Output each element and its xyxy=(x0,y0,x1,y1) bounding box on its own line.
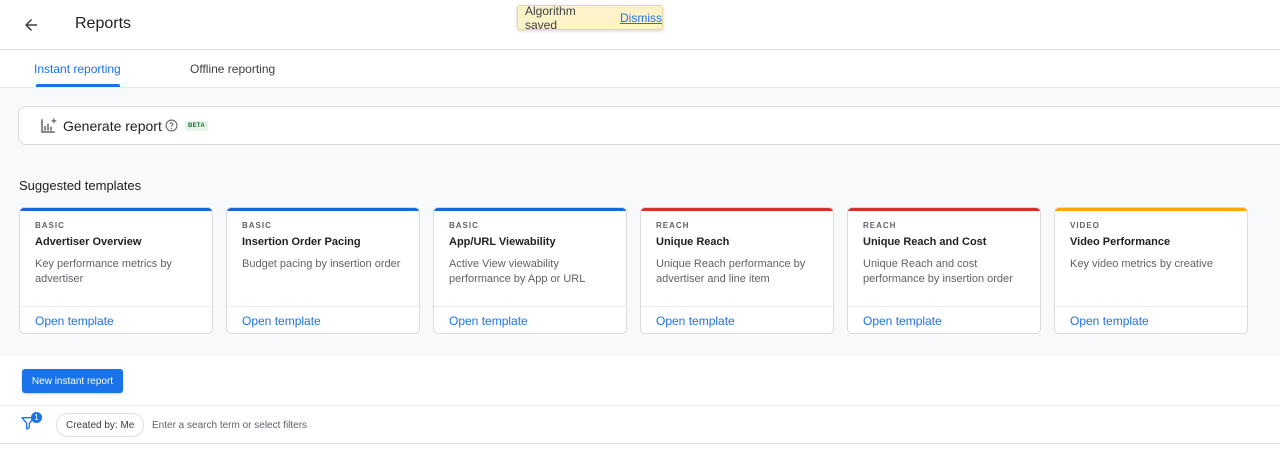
card-accent-bar xyxy=(227,208,419,211)
card-divider xyxy=(227,306,419,307)
card-title: Unique Reach xyxy=(656,236,730,248)
help-icon[interactable] xyxy=(165,119,178,132)
card-accent-bar xyxy=(1055,208,1247,211)
beta-badge: BETA xyxy=(185,121,209,131)
open-template-link[interactable]: Open template xyxy=(863,314,942,328)
card-description: Key performance metrics by advertiser xyxy=(35,258,172,285)
filter-count-badge: 1 xyxy=(31,412,42,423)
card-divider xyxy=(434,306,626,307)
card-description: Unique Reach performance by advertiser a… xyxy=(656,258,806,285)
card-accent-bar xyxy=(641,208,833,211)
suggested-templates-heading: Suggested templates xyxy=(19,178,142,193)
card-description: Budget pacing by insertion order xyxy=(242,258,401,270)
template-card: BASIC App/URL Viewability Active View vi… xyxy=(433,207,627,334)
open-template-link[interactable]: Open template xyxy=(656,314,735,328)
open-template-link[interactable]: Open template xyxy=(449,314,528,328)
tab-offline-reporting[interactable]: Offline reporting xyxy=(190,62,275,76)
report-tabs: Instant reporting Offline reporting xyxy=(0,50,1280,88)
template-card: VIDEO Video Performance Key video metric… xyxy=(1054,207,1248,334)
dismiss-link[interactable]: Dismiss xyxy=(620,11,662,25)
open-template-link[interactable]: Open template xyxy=(35,314,114,328)
card-description: Active View viewability performance by A… xyxy=(449,258,586,285)
active-tab-indicator xyxy=(36,84,120,87)
new-instant-report-button[interactable]: New instant report xyxy=(22,369,123,393)
report-add-icon xyxy=(41,118,57,133)
generate-report-title: Generate report xyxy=(63,118,162,134)
toast-message: Algorithm saved xyxy=(525,3,576,32)
card-category: REACH xyxy=(863,221,897,230)
card-description: Unique Reach and cost performance by ins… xyxy=(863,258,1013,285)
card-description: Key video metrics by creative xyxy=(1070,258,1214,270)
open-template-link[interactable]: Open template xyxy=(242,314,321,328)
card-accent-bar xyxy=(20,208,212,211)
card-accent-bar xyxy=(848,208,1040,211)
card-divider xyxy=(20,306,212,307)
generate-report-card[interactable]: Generate report BETA xyxy=(18,106,1280,145)
template-card: BASIC Insertion Order Pacing Budget paci… xyxy=(226,207,420,334)
card-title: Unique Reach and Cost xyxy=(863,236,987,248)
arrow-back-icon xyxy=(25,19,37,31)
card-title: App/URL Viewability xyxy=(449,236,556,248)
back-button[interactable] xyxy=(18,12,44,38)
card-category: BASIC xyxy=(242,221,272,230)
card-category: REACH xyxy=(656,221,690,230)
template-card: REACH Unique Reach Unique Reach performa… xyxy=(640,207,834,334)
card-divider xyxy=(848,306,1040,307)
card-accent-bar xyxy=(434,208,626,211)
card-title: Advertiser Overview xyxy=(35,236,142,248)
card-divider xyxy=(1055,306,1247,307)
template-card: REACH Unique Reach and Cost Unique Reach… xyxy=(847,207,1041,334)
card-divider xyxy=(641,306,833,307)
card-category: VIDEO xyxy=(1070,221,1100,230)
created-by-filter-chip[interactable]: Created by: Me xyxy=(56,413,145,437)
open-template-link[interactable]: Open template xyxy=(1070,314,1149,328)
card-title: Video Performance xyxy=(1070,236,1171,248)
tab-instant-reporting[interactable]: Instant reporting xyxy=(34,62,121,76)
card-category: BASIC xyxy=(35,221,65,230)
card-category: BASIC xyxy=(449,221,479,230)
toast-notification: Algorithm saved Dismiss xyxy=(517,3,663,32)
filter-bar: 1 Created by: Me xyxy=(0,405,1280,444)
template-card: BASIC Advertiser Overview Key performanc… xyxy=(19,207,213,334)
filter-search-input[interactable] xyxy=(152,415,552,435)
page-title: Reports xyxy=(75,15,132,32)
card-title: Insertion Order Pacing xyxy=(242,236,361,248)
